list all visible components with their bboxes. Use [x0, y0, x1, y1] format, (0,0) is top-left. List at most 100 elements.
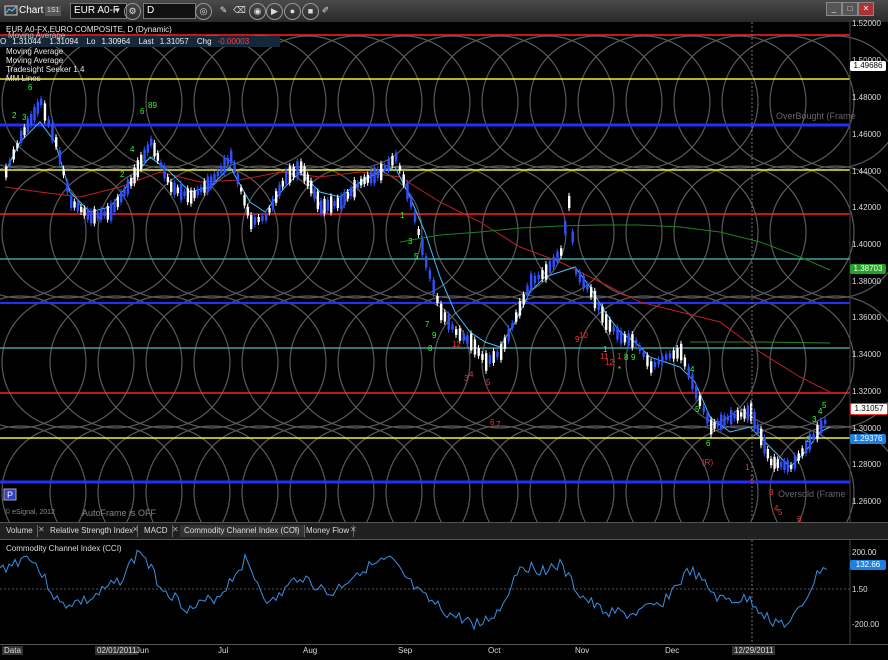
- candle-body: [186, 188, 190, 203]
- candle-body: [500, 344, 503, 360]
- candle-body: [616, 326, 619, 340]
- quote-open-label: O: [0, 37, 7, 46]
- record-icon[interactable]: ◉: [249, 3, 266, 20]
- candle-body: [530, 273, 533, 291]
- candle-body: [326, 199, 330, 211]
- candle-body: [346, 191, 350, 199]
- candle-body: [253, 216, 257, 225]
- candle-body: [511, 323, 514, 329]
- p-button-label: P: [7, 490, 13, 500]
- candle-body: [70, 196, 73, 208]
- tab-close-icon[interactable]: ✕: [292, 525, 299, 534]
- dropdown-icon[interactable]: ▾: [110, 3, 125, 18]
- candle-body: [672, 350, 675, 359]
- study-ma-0[interactable]: Moving Average: [8, 31, 65, 40]
- candle-body: [23, 127, 26, 136]
- candle-body: [713, 421, 716, 429]
- candle-body: [545, 264, 548, 280]
- tab-rsi[interactable]: Relative Strength Index: [46, 525, 139, 537]
- tab-volume[interactable]: Volume: [2, 525, 38, 537]
- chart-tag: 1S1: [45, 6, 62, 16]
- svg-text:3: 3: [769, 488, 774, 497]
- candle-body: [333, 201, 336, 207]
- tab-money-flow[interactable]: Money Flow: [302, 525, 355, 537]
- candle-body: [226, 158, 230, 165]
- tab-close-icon[interactable]: ✕: [172, 525, 179, 534]
- svg-text:2: 2: [120, 170, 125, 179]
- study-list: Moving Average Moving Average Tradesight…: [6, 47, 84, 83]
- esignal-copyright: © eSignal, 2012: [5, 509, 55, 516]
- circle-icon[interactable]: ●: [284, 3, 301, 20]
- candle-body: [8, 160, 12, 167]
- candle-body: [702, 406, 705, 413]
- candle-body: [200, 186, 203, 193]
- minimize-icon[interactable]: _: [826, 2, 842, 16]
- candle-body: [62, 168, 65, 176]
- candle-body: [436, 295, 439, 304]
- candle-body: [716, 420, 720, 427]
- svg-text:5: 5: [822, 401, 827, 410]
- candle-body: [653, 361, 657, 368]
- pencil-icon[interactable]: ✎: [216, 3, 231, 18]
- tab-close-icon[interactable]: ✕: [132, 525, 139, 534]
- candle-body: [816, 424, 819, 440]
- data-label[interactable]: Data: [2, 646, 23, 655]
- candle-body: [250, 214, 253, 230]
- candle-body: [183, 191, 186, 196]
- candle-body: [730, 409, 733, 425]
- cci-axis-label: 200.00: [852, 548, 877, 557]
- play-icon[interactable]: ▶: [266, 3, 283, 20]
- candle-body: [451, 324, 454, 330]
- candle-body: [691, 374, 694, 390]
- svg-text:*: *: [618, 365, 621, 374]
- study-mm-lines[interactable]: MM Lines: [6, 74, 84, 83]
- tab-macd[interactable]: MACD: [140, 525, 173, 537]
- candle-body: [631, 333, 634, 348]
- candle-body: [236, 173, 240, 185]
- candle-body: [33, 106, 36, 121]
- candle-body: [470, 333, 473, 351]
- maximize-icon[interactable]: □: [842, 2, 858, 16]
- price-label: 1.28000: [852, 460, 881, 469]
- study-seeker[interactable]: Tradesight Seeker 1.4: [6, 65, 84, 74]
- tab-cci[interactable]: Commodity Channel Index (CCI): [180, 525, 305, 537]
- study-ma-1[interactable]: Moving Average: [6, 47, 84, 56]
- quote-chg: -0.00003: [217, 37, 250, 46]
- candle-body: [243, 195, 246, 206]
- candle-body: [608, 319, 612, 332]
- svg-text:5: 5: [414, 252, 419, 261]
- candle-body: [552, 256, 555, 268]
- eraser-icon[interactable]: ⌫: [232, 3, 247, 18]
- svg-text:1: 1: [745, 463, 750, 472]
- tab-close-icon[interactable]: ✕: [350, 525, 357, 534]
- candle-body: [271, 198, 275, 209]
- cci-panel[interactable]: [0, 540, 888, 644]
- tab-close-icon[interactable]: ✕: [38, 525, 45, 534]
- interval-input[interactable]: D: [143, 3, 196, 19]
- svg-text:1: 1: [603, 345, 608, 354]
- close-icon[interactable]: ✕: [858, 2, 874, 16]
- price-label: 1.36000: [852, 313, 881, 322]
- draw-icon[interactable]: ✐: [318, 3, 333, 18]
- svg-text:6: 6: [28, 83, 33, 92]
- link-icon[interactable]: ⚙: [124, 3, 141, 20]
- refresh-icon[interactable]: ◎: [195, 3, 212, 20]
- candle-body: [153, 142, 156, 157]
- study-ma-2[interactable]: Moving Average: [6, 56, 84, 65]
- candle-body: [206, 176, 210, 193]
- candle-body: [223, 157, 226, 173]
- candle-body: [548, 261, 552, 273]
- price-chart[interactable]: 6 3 2 6 89 4 2 1 3 5 7 9 8 12 3 4 5 6 7 …: [0, 22, 888, 522]
- stop-icon[interactable]: ■: [302, 3, 319, 20]
- svg-text:7: 7: [425, 320, 430, 329]
- candle-body: [163, 165, 166, 179]
- candle-body: [733, 413, 736, 419]
- price-label: 1.26000: [852, 497, 881, 506]
- svg-text:3: 3: [408, 237, 413, 246]
- svg-text:5: 5: [486, 378, 491, 387]
- candle-body: [820, 420, 823, 434]
- candle-body: [100, 209, 103, 220]
- price-label: 1.52000: [852, 19, 881, 28]
- candle-body: [336, 197, 340, 209]
- candle-body: [43, 103, 47, 121]
